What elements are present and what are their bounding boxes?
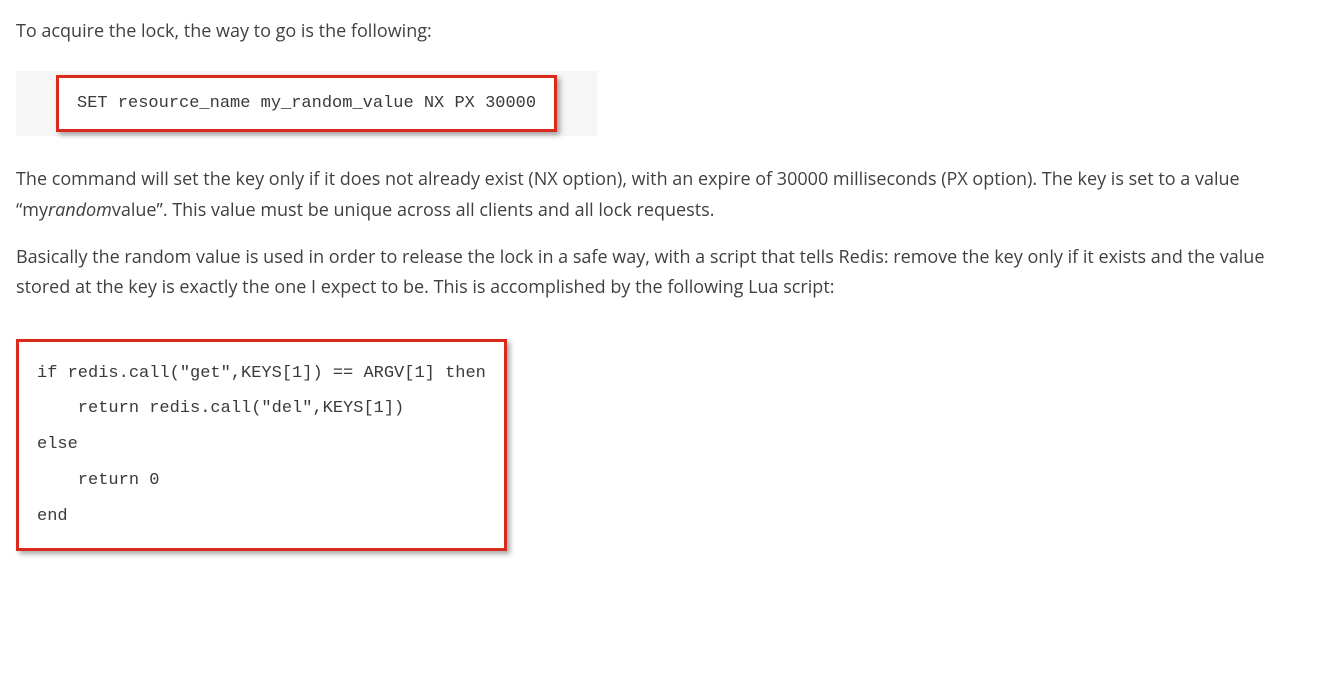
code-set-command: SET resource_name my_random_value NX PX …	[77, 88, 536, 120]
intro-paragraph: To acquire the lock, the way to go is th…	[16, 16, 1301, 47]
p2-italic: random	[48, 198, 112, 222]
code-block-set-command: SET resource_name my_random_value NX PX …	[16, 71, 597, 137]
code-block-lua-script: if redis.call(″get″,KEYS[1]) == ARGV[1] …	[16, 339, 507, 551]
explanation-paragraph-2: Basically the random value is used in or…	[16, 242, 1301, 303]
explanation-paragraph-1: The command will set the key only if it …	[16, 164, 1301, 225]
code-lua-script: if redis.call(″get″,KEYS[1]) == ARGV[1] …	[37, 356, 486, 534]
document-content: To acquire the lock, the way to go is th…	[16, 16, 1301, 579]
p2-part2: value”. This value must be unique across…	[112, 198, 715, 222]
